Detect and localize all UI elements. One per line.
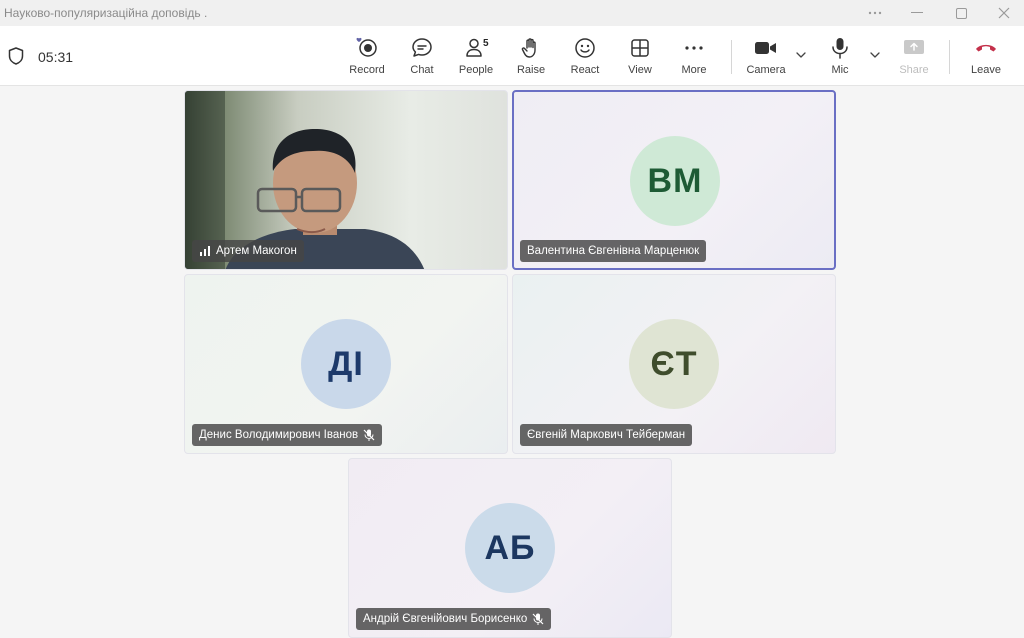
participant-tile-active[interactable]: ВМ Валентина Євгенівна Марценюк [512,90,836,270]
mic-button[interactable]: Mic [822,36,858,80]
more-icon [682,36,706,60]
shield-icon [8,47,24,65]
more-button[interactable]: More [674,36,714,80]
chat-icon [410,36,434,60]
participant-tile[interactable]: ДІ Денис Володимирович Іванов [184,274,508,454]
raise-hand-button[interactable]: Raise [511,36,551,80]
camera-label: Camera [746,64,786,76]
participant-name: Євгеній Маркович Тейберман [527,429,686,441]
participant-tile[interactable]: АБ Андрій Євгенійович Борисенко [348,458,672,638]
minimize-button[interactable] [902,2,932,24]
participant-avatar: ДІ [301,319,391,409]
more-label: More [681,64,707,76]
chevron-down-icon[interactable] [794,48,808,62]
view-icon [628,36,652,60]
participant-name: Артем Макогон [216,245,297,257]
toolbar-divider [731,40,732,74]
record-label: Record [349,64,385,76]
people-count-badge: 5 [483,38,489,49]
participant-name-tag: Валентина Євгенівна Марценюк [520,240,707,262]
leave-button[interactable]: Leave [966,36,1006,80]
participant-name-tag: Андрій Євгенійович Борисенко [356,608,552,630]
chevron-down-icon[interactable] [868,48,882,62]
share-button[interactable]: Share [896,36,932,80]
participant-tile[interactable]: ЄТ Євгеній Маркович Тейберман [512,274,836,454]
raise-hand-icon [519,36,543,60]
camera-button[interactable]: Camera [744,36,788,80]
meeting-toolbar: 05:31 Record Chat 5 People Raise React V… [0,26,1024,86]
window-title: Науково-популяризаційна доповідь . [4,6,208,20]
share-label: Share [899,64,929,76]
participant-name: Денис Володимирович Іванов [199,429,359,441]
mic-off-icon [532,613,544,625]
record-icon [355,36,379,60]
record-button[interactable]: Record [346,36,388,80]
signal-icon [200,246,210,256]
view-button[interactable]: View [620,36,660,80]
participant-name: Андрій Євгенійович Борисенко [363,613,528,625]
participant-name-tag: Євгеній Маркович Тейберман [520,424,693,446]
toolbar-divider [949,40,950,74]
participant-name: Валентина Євгенівна Марценюк [527,245,700,257]
maximize-button[interactable] [946,2,976,24]
participant-avatar: ЄТ [629,319,719,409]
participant-avatar: ВМ [630,136,720,226]
participant-name-tag: Артем Макогон [192,240,304,262]
share-icon [902,36,926,60]
view-label: View [628,64,652,76]
mic-icon [828,36,852,60]
people-icon: 5 [464,36,489,60]
mic-label: Mic [831,64,849,76]
raise-label: Raise [516,64,546,76]
more-options-button[interactable] [860,2,890,24]
title-bar: Науково-популяризаційна доповідь . [0,0,1024,26]
camera-icon [754,36,778,60]
react-button[interactable]: React [565,36,605,80]
close-button[interactable] [989,2,1019,24]
leave-phone-icon [974,36,998,60]
mic-off-icon [363,429,375,441]
people-label: People [458,64,494,76]
chat-label: Chat [410,64,434,76]
people-button[interactable]: 5 People [456,36,496,80]
participant-avatar: АБ [465,503,555,593]
participant-tile-video[interactable]: Артем Макогон [184,90,508,270]
react-label: React [570,64,600,76]
participant-name-tag: Денис Володимирович Іванов [192,424,383,446]
chat-button[interactable]: Chat [402,36,442,80]
react-icon [573,36,597,60]
meeting-timer: 05:31 [38,49,74,65]
leave-label: Leave [971,64,1001,76]
